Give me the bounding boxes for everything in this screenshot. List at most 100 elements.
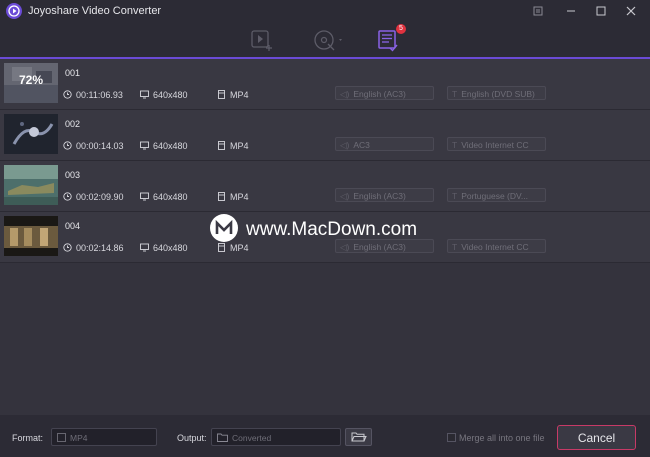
- toolbar: 5: [0, 22, 650, 59]
- add-dvd-button[interactable]: [311, 27, 347, 53]
- minimize-icon[interactable]: [562, 2, 580, 20]
- resolution: 640x480: [140, 90, 188, 100]
- audio-track-value: English (AC3): [353, 89, 406, 99]
- format-file-icon: [57, 430, 66, 442]
- cancel-button[interactable]: Cancel: [557, 425, 636, 450]
- output-path-field[interactable]: Converted: [211, 428, 341, 446]
- subtitle-value: Video Internet CC: [461, 140, 529, 150]
- video-thumbnail: [4, 216, 58, 256]
- maximize-icon[interactable]: [592, 2, 610, 20]
- audio-track-value: English (AC3): [353, 191, 406, 201]
- duration: 00:02:14.86: [63, 243, 124, 253]
- audio-track-dropdown[interactable]: ◁) English (AC3): [335, 239, 434, 253]
- clock-icon: [63, 90, 72, 99]
- file-icon: [217, 192, 226, 201]
- clock-icon: [63, 243, 72, 252]
- subtitle-icon: T: [452, 242, 458, 252]
- clock-icon: [63, 141, 72, 150]
- resolution-text: 640x480: [153, 192, 188, 202]
- file-name: 004: [65, 221, 81, 231]
- monitor-icon: [140, 141, 149, 150]
- resolution: 640x480: [140, 141, 188, 151]
- window-title: Joyoshare Video Converter: [28, 5, 162, 17]
- audio-icon: ◁): [340, 140, 350, 150]
- file-row[interactable]: 003 00:02:09.90 640x480 MP4 ◁) English (A…: [0, 161, 650, 212]
- duration: 00:02:09.90: [63, 192, 124, 202]
- audio-track-value: AC3: [353, 140, 370, 150]
- format: MP4: [217, 243, 249, 253]
- duration: 00:00:14.03: [63, 141, 124, 151]
- format-label: Format:: [12, 433, 44, 443]
- file-row[interactable]: 002 00:00:14.03 640x480 MP4 ◁) AC3 T Video…: [0, 110, 650, 161]
- audio-track-value: English (AC3): [353, 242, 406, 252]
- subtitle-value: Portuguese (DV...: [461, 191, 528, 201]
- file-icon: [217, 141, 226, 150]
- audio-track-dropdown[interactable]: ◁) AC3: [335, 137, 434, 151]
- subtitle-icon: T: [452, 140, 458, 150]
- add-dvd-icon: [311, 30, 347, 57]
- monitor-icon: [140, 192, 149, 201]
- audio-track-dropdown[interactable]: ◁) English (AC3): [335, 86, 434, 100]
- add-video-button[interactable]: [248, 27, 276, 53]
- joyoshare-logo-icon: [6, 3, 22, 19]
- resolution: 640x480: [140, 192, 188, 202]
- format-select-value: MP4: [70, 433, 88, 443]
- file-name: 003: [65, 170, 81, 180]
- subtitle-dropdown[interactable]: T Video Internet CC: [447, 137, 546, 151]
- subtitle-icon: T: [452, 191, 458, 201]
- subtitle-dropdown[interactable]: T English (DVD SUB): [447, 86, 546, 100]
- monitor-icon: [140, 90, 149, 99]
- progress-percent: 72%: [18, 73, 44, 87]
- audio-icon: ◁): [340, 242, 350, 252]
- macdown-logo-icon: [210, 214, 238, 242]
- resolution-text: 640x480: [153, 90, 188, 100]
- convert-list-icon: [375, 30, 403, 57]
- audio-icon: ◁): [340, 89, 350, 99]
- duration-text: 00:00:14.03: [76, 141, 124, 151]
- browse-folder-button[interactable]: [345, 428, 372, 446]
- format: MP4: [217, 192, 249, 202]
- add-video-icon: [248, 30, 276, 57]
- list-count-badge: 5: [396, 24, 406, 34]
- convert-list-button[interactable]: 5: [375, 24, 406, 53]
- clock-icon: [63, 192, 72, 201]
- file-name: 002: [65, 119, 81, 129]
- resolution-text: 640x480: [153, 141, 188, 151]
- folder-icon: [217, 430, 228, 442]
- duration: 00:11:06.93: [63, 90, 123, 100]
- merge-label: Merge all into one file: [459, 433, 545, 443]
- subtitle-value: Video Internet CC: [461, 242, 529, 252]
- video-thumbnail: [4, 165, 58, 205]
- video-thumbnail: 72%: [4, 63, 58, 103]
- format-select[interactable]: MP4: [51, 428, 157, 446]
- file-name: 001: [65, 68, 81, 78]
- format-text: MP4: [230, 90, 249, 100]
- watermark-text: www.MacDown.com: [246, 219, 418, 240]
- duration-text: 00:02:14.86: [76, 243, 124, 253]
- menu-icon[interactable]: [529, 2, 547, 20]
- output-path-value: Converted: [232, 433, 272, 443]
- title-bar: Joyoshare Video Converter: [0, 0, 650, 22]
- format: MP4: [217, 90, 249, 100]
- audio-track-dropdown[interactable]: ◁) English (AC3): [335, 188, 434, 202]
- resolution-text: 640x480: [153, 243, 188, 253]
- subtitle-icon: T: [452, 89, 458, 99]
- duration-text: 00:02:09.90: [76, 192, 124, 202]
- file-icon: [217, 243, 226, 252]
- format-text: MP4: [230, 192, 249, 202]
- open-folder-icon: [346, 432, 371, 449]
- format-text: MP4: [230, 141, 249, 151]
- subtitle-dropdown[interactable]: T Video Internet CC: [447, 239, 546, 253]
- duration-text: 00:11:06.93: [76, 90, 123, 100]
- monitor-icon: [140, 243, 149, 252]
- close-icon[interactable]: [622, 2, 640, 20]
- audio-icon: ◁): [340, 191, 350, 201]
- file-row[interactable]: 72% 001 00:11:06.93 640x480 MP4 ◁) Englis…: [0, 59, 650, 110]
- output-label: Output:: [177, 433, 207, 443]
- subtitle-dropdown[interactable]: T Portuguese (DV...: [447, 188, 546, 202]
- merge-checkbox[interactable]: [447, 433, 456, 442]
- video-thumbnail: [4, 114, 58, 154]
- subtitle-value: English (DVD SUB): [461, 89, 535, 99]
- format-text: MP4: [230, 243, 249, 253]
- bottom-bar: Format: MP4 Output: Converted Merge all …: [0, 415, 650, 457]
